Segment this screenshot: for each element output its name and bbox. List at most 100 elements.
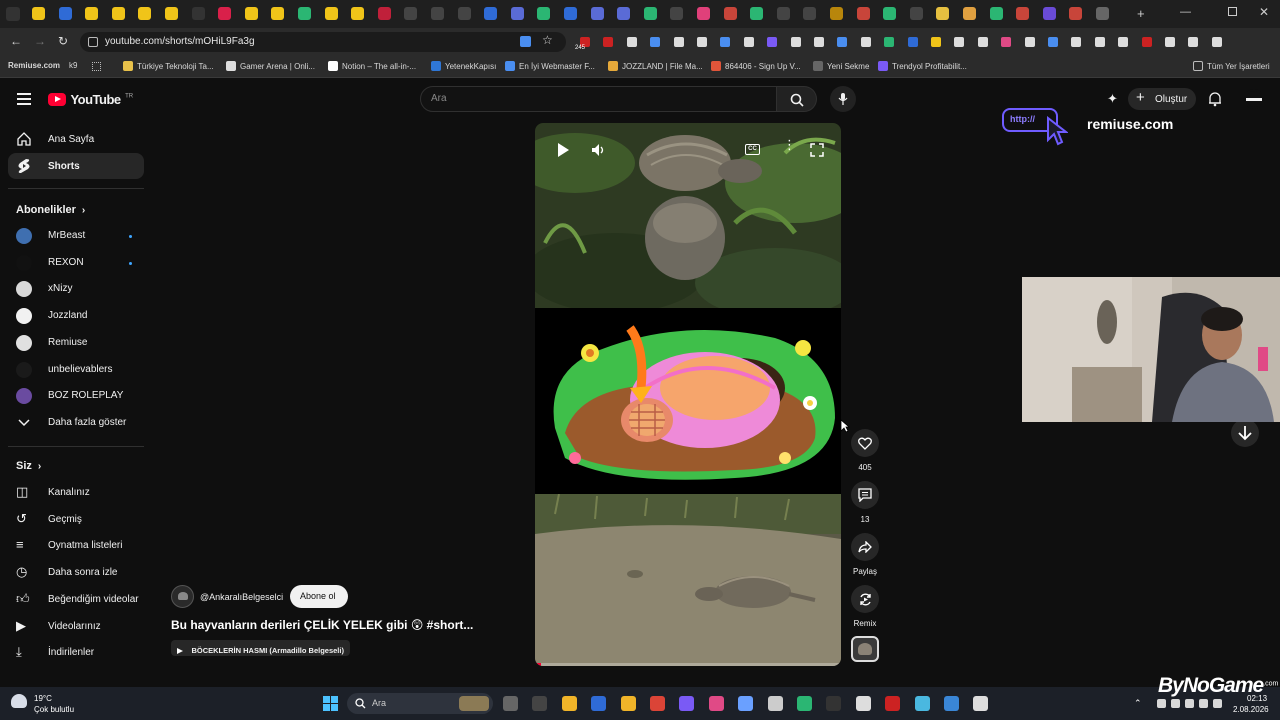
browser-extension-icon[interactable]	[1165, 37, 1175, 47]
minimize-button[interactable]: —	[1180, 6, 1191, 18]
browser-tab-favicon-icon[interactable]	[351, 7, 365, 20]
bookmark-item[interactable]: En İyi Webmaster F...	[505, 61, 595, 71]
channel-handle[interactable]: @AnkaralıBelgeselci	[200, 592, 283, 602]
browser-tab-favicon-icon[interactable]	[457, 7, 471, 20]
browser-tab-favicon-icon[interactable]	[936, 7, 950, 20]
playlist-chip[interactable]: BÖCEKLERİN HASMI (Armadillo Belgeseli)	[171, 640, 350, 656]
browser-extension-icon[interactable]	[1188, 37, 1199, 47]
browser-extension-icon[interactable]	[1118, 37, 1129, 47]
browser-tab-favicon-icon[interactable]	[58, 7, 72, 20]
browser-tab-favicon-icon[interactable]	[883, 7, 897, 20]
shorts-video-player[interactable]: CC ⋮	[535, 123, 841, 666]
system-tray-icon[interactable]	[1213, 699, 1222, 708]
browser-extension-icon[interactable]	[814, 37, 824, 47]
play-icon[interactable]	[556, 142, 570, 158]
browser-tab-favicon-icon[interactable]	[723, 7, 737, 20]
restore-button[interactable]	[1228, 7, 1237, 16]
notifications-bell-icon[interactable]	[1208, 92, 1222, 107]
browser-tab-favicon-icon[interactable]	[431, 7, 444, 20]
browser-tab-favicon-icon[interactable]	[191, 7, 205, 20]
remix-button[interactable]	[851, 585, 879, 613]
translate-icon[interactable]	[520, 36, 531, 47]
browser-extension-icon[interactable]	[1211, 37, 1222, 47]
browser-extension-icon[interactable]	[697, 37, 707, 47]
browser-tab-favicon-icon[interactable]	[32, 7, 45, 20]
browser-tab-favicon-icon[interactable]	[404, 7, 418, 20]
browser-extension-icon[interactable]	[1001, 37, 1012, 47]
browser-tab-favicon-icon[interactable]	[138, 7, 152, 20]
taskbar-app-icon[interactable]	[591, 696, 607, 711]
clock-date[interactable]: 2.08.2026	[1233, 705, 1269, 714]
taskbar-search[interactable]: Ara	[347, 693, 493, 714]
browser-extension-icon[interactable]	[884, 37, 895, 47]
browser-extension-icon[interactable]	[860, 37, 871, 47]
subscriptions-title[interactable]: Abonelikler ›	[16, 204, 85, 216]
browser-tab-favicon-icon[interactable]	[165, 7, 178, 20]
browser-tab-favicon-icon[interactable]	[750, 7, 764, 20]
fullscreen-icon[interactable]	[810, 143, 824, 157]
comments-button[interactable]	[851, 481, 879, 509]
browser-extension-icon[interactable]	[837, 37, 848, 47]
short-title[interactable]: Bu hayvanların derileri ÇELİK YELEK gibi…	[171, 618, 473, 632]
browser-tab-favicon-icon[interactable]	[298, 7, 311, 20]
browser-tab-favicon-icon[interactable]	[111, 7, 125, 20]
browser-tab-favicon-icon[interactable]	[830, 7, 843, 20]
browser-extension-icon[interactable]	[1071, 37, 1082, 47]
system-tray-icon[interactable]	[1171, 699, 1180, 708]
browser-tab-favicon-icon[interactable]	[617, 7, 631, 20]
taskbar-app-icon[interactable]	[650, 696, 665, 711]
browser-tab-favicon-icon[interactable]	[85, 7, 99, 20]
browser-extension-icon[interactable]	[790, 37, 801, 47]
all-bookmarks-folder[interactable]: Tüm Yer İşaretleri	[1193, 61, 1270, 71]
subscribe-button[interactable]: Abone ol	[290, 585, 348, 608]
weather-icon[interactable]	[11, 694, 27, 708]
bookmark-star-icon[interactable]: ☆	[542, 33, 553, 47]
system-tray-icon[interactable]	[1185, 699, 1194, 708]
taskbar-app-icon[interactable]	[914, 696, 930, 711]
taskbar-app-icon[interactable]	[826, 696, 842, 711]
browser-tab-favicon-icon[interactable]	[1016, 7, 1030, 20]
browser-extension-icon[interactable]	[1048, 37, 1058, 47]
taskbar-app-icon[interactable]	[561, 696, 577, 711]
channel-avatar[interactable]	[171, 585, 194, 608]
bookmark-item[interactable]: Notion – The all-in-...	[328, 61, 416, 71]
reload-icon[interactable]: ↻	[58, 34, 68, 48]
clock-time[interactable]: 02:13	[1247, 694, 1267, 703]
browser-tab-favicon-icon[interactable]	[1096, 7, 1109, 20]
progress-track[interactable]	[535, 663, 841, 666]
like-button[interactable]	[851, 429, 879, 457]
browser-tab-favicon-icon[interactable]	[963, 7, 976, 20]
bookmark-item[interactable]: Yeni Sekme	[813, 61, 869, 71]
forward-icon[interactable]: →	[34, 34, 46, 48]
browser-tab-favicon-icon[interactable]	[909, 7, 923, 20]
browser-extension-icon[interactable]	[907, 37, 918, 47]
system-tray-icon[interactable]	[1157, 699, 1166, 708]
site-info-icon[interactable]	[88, 37, 98, 47]
browser-tab-favicon-icon[interactable]	[643, 7, 657, 20]
bookmark-item[interactable]: Türkiye Teknoloji Ta...	[123, 61, 214, 71]
taskbar-app-icon[interactable]	[797, 696, 812, 711]
system-tray-icon[interactable]	[1199, 699, 1208, 708]
browser-tab-favicon-icon[interactable]	[218, 7, 232, 20]
browser-extension-icon[interactable]	[954, 37, 965, 47]
bookmark-item[interactable]: 864406 - Sign Up V...	[711, 61, 801, 71]
taskbar-app-icon[interactable]	[679, 696, 695, 711]
bookmark-item[interactable]: JOZZLAND | File Ma...	[608, 61, 703, 71]
search-button[interactable]	[777, 86, 817, 112]
browser-tab-favicon-icon[interactable]	[564, 7, 577, 20]
browser-extension-icon[interactable]	[931, 37, 941, 47]
browser-extension-icon[interactable]	[743, 37, 754, 47]
taskbar-app-icon[interactable]	[944, 696, 959, 711]
youtube-logo[interactable]: YouTube TR	[48, 91, 133, 109]
browser-tab-favicon-icon[interactable]	[856, 7, 870, 20]
browser-extension-icon[interactable]	[1141, 37, 1152, 47]
close-window-button[interactable]: ✕	[1259, 5, 1269, 19]
browser-extension-icon[interactable]	[603, 37, 614, 47]
taskbar-app-icon[interactable]	[620, 696, 636, 711]
browser-tab-favicon-icon[interactable]	[776, 7, 790, 20]
create-button[interactable]: + Oluştur	[1128, 88, 1196, 110]
bookmark-item[interactable]: YetenekKapısı	[431, 61, 496, 71]
browser-tab-favicon-icon[interactable]	[324, 7, 338, 20]
more-options-icon[interactable]: ⋮	[783, 138, 796, 151]
apps-grid-icon[interactable]	[92, 62, 101, 71]
